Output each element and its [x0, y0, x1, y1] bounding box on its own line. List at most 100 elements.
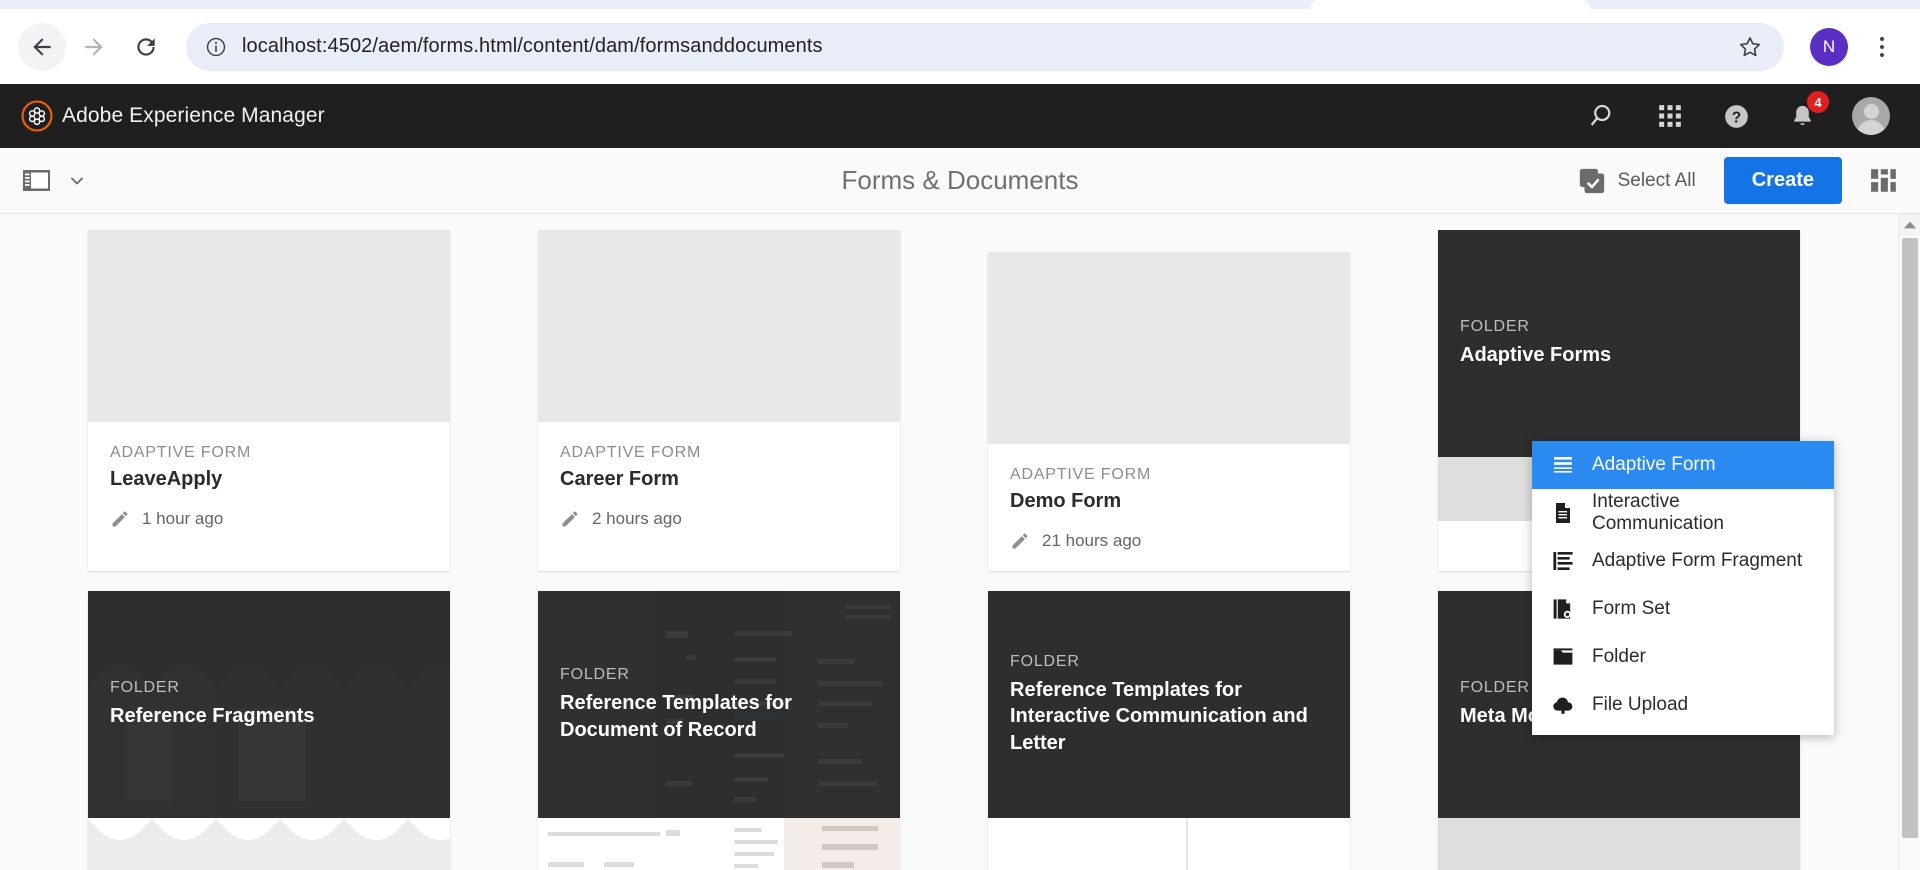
asset-card[interactable]: ADAPTIVE FORM Career Form 2 hours ago: [538, 230, 900, 571]
aem-header: Adobe Experience Manager ? 4: [0, 84, 1920, 148]
arrow-left-icon: [33, 37, 51, 56]
back-button[interactable]: [18, 22, 66, 71]
menu-item-adaptive-form[interactable]: Adaptive Form: [1532, 441, 1834, 489]
bell-icon[interactable]: 4: [1786, 91, 1829, 132]
folder-title: Reference Fragments: [110, 705, 315, 728]
pencil-icon: [112, 511, 128, 527]
scrollbar-thumb[interactable]: [1902, 238, 1918, 838]
asset-card[interactable]: ADAPTIVE FORM Demo Form 21 hours ago: [988, 252, 1350, 571]
adaptive-form-glyph: [1554, 457, 1572, 473]
menu-item-label: Folder: [1592, 646, 1646, 667]
folder-banner: FOLDER Adaptive Forms: [1438, 230, 1800, 457]
folder-title: Reference Templates for Document of Reco…: [560, 692, 792, 741]
kebab-dot: [1880, 44, 1884, 49]
arrow-right-icon: [85, 37, 103, 56]
menu-item-interactive-communication[interactable]: Interactive Communication: [1532, 489, 1834, 537]
asset-modified-text: 1 hour ago: [142, 509, 224, 528]
user-avatar[interactable]: [1852, 97, 1890, 135]
create-dropdown-menu: Adaptive Form Interactive Communication: [1532, 441, 1834, 735]
tabstrip-background-right: [1584, 0, 1920, 9]
asset-meta: ADAPTIVE FORM Career Form 2 hours ago: [538, 422, 900, 549]
content-scrollbar[interactable]: [1898, 214, 1920, 870]
asset-type-label: ADAPTIVE FORM: [560, 444, 702, 461]
asset-modified-text: 21 hours ago: [1042, 531, 1142, 550]
folder-banner: FOLDER Reference Templates for Document …: [538, 591, 900, 818]
menu-item-file-upload[interactable]: File Upload: [1532, 681, 1834, 729]
folder-icon: [1550, 645, 1576, 669]
select-all-button[interactable]: Select All: [1568, 161, 1706, 201]
folder-title: Adaptive Forms: [1460, 344, 1612, 367]
menu-item-label: Interactive Communication: [1592, 491, 1724, 534]
folder-footer-decoration-icon: [88, 818, 450, 870]
folder-type-label: FOLDER: [1010, 652, 1080, 670]
app-grid-icon[interactable]: [1654, 100, 1686, 132]
menu-item-form-set[interactable]: Form Set: [1532, 585, 1834, 633]
forward-button[interactable]: [70, 23, 118, 71]
asset-thumbnail: [538, 230, 900, 422]
search-icon[interactable]: [1588, 100, 1620, 132]
folder-footer: [538, 818, 900, 870]
header-actions: ? 4: [1588, 91, 1898, 135]
folder-card[interactable]: FOLDER Reference Templates for Document …: [538, 591, 900, 870]
scrollbar-up-button[interactable]: [1899, 214, 1920, 236]
notification-badge: 4: [1807, 91, 1829, 113]
folder-title: Reference Templates for Interactive Comm…: [1010, 678, 1308, 754]
asset-type-label: ADAPTIVE FORM: [110, 444, 252, 461]
document-icon: [1550, 501, 1576, 525]
folder-banner: FOLDER Reference Fragments: [88, 591, 450, 818]
kebab-dot: [1880, 52, 1884, 57]
asset-meta: ADAPTIVE FORM Demo Form 21 hours ago: [988, 444, 1350, 571]
browser-profile-avatar[interactable]: N: [1810, 27, 1848, 66]
chevron-up-icon: [1903, 221, 1916, 229]
adobe-experience-manager-logo-icon: [21, 100, 53, 132]
asset-type-label: ADAPTIVE FORM: [1010, 466, 1152, 483]
asset-modified: 21 hours ago: [1010, 531, 1328, 551]
browser-chrome: localhost:4502/aem/forms.html/content/da…: [0, 0, 1920, 84]
pencil-icon: [562, 511, 578, 527]
chrome-menu-button[interactable]: [1862, 25, 1902, 69]
browser-tab-active[interactable]: [1310, 0, 1590, 9]
action-toolbar: Forms & Documents Select All Create: [0, 148, 1920, 214]
rail-toggle-group[interactable]: [22, 168, 88, 194]
menu-item-adaptive-form-fragment[interactable]: Adaptive Form Fragment: [1532, 537, 1834, 585]
site-info-icon[interactable]: [202, 33, 230, 61]
reload-icon: [137, 37, 155, 56]
aem-brand[interactable]: Adobe Experience Manager: [20, 99, 325, 133]
browser-omnibar: localhost:4502/aem/forms.html/content/da…: [0, 9, 1920, 84]
asset-modified: 1 hour ago: [110, 509, 428, 529]
menu-item-folder[interactable]: Folder: [1532, 633, 1834, 681]
info-circle-icon: [206, 37, 226, 56]
folder-banner: FOLDER Reference Templates for Interacti…: [988, 591, 1350, 818]
help-icon[interactable]: ?: [1720, 100, 1752, 132]
address-bar[interactable]: localhost:4502/aem/forms.html/content/da…: [186, 22, 1784, 71]
chevron-down-icon[interactable]: [66, 170, 88, 192]
create-button[interactable]: Create: [1723, 157, 1842, 204]
adaptive-form-icon: [1550, 453, 1576, 477]
select-all-label: Select All: [1617, 169, 1696, 191]
asset-modified: 2 hours ago: [560, 509, 878, 529]
fragment-icon: [1550, 549, 1576, 573]
folder-footer-decoration-icon: [1186, 818, 1188, 870]
folder-card[interactable]: FOLDER Reference Fragments: [88, 591, 450, 870]
select-all-icon: [1579, 168, 1604, 193]
kebab-dot: [1880, 36, 1884, 41]
aem-brand-text: Adobe Experience Manager: [62, 104, 325, 127]
avatar-body: [1857, 120, 1885, 135]
bookmark-button[interactable]: [1730, 27, 1770, 67]
menu-item-label: Form Set: [1592, 598, 1671, 619]
star-icon: [1739, 36, 1761, 56]
cloud-upload-glyph: [1553, 697, 1573, 714]
card-view-icon: [1871, 168, 1896, 192]
layout-switch-button[interactable]: [1864, 161, 1904, 201]
asset-thumbnail: [988, 252, 1350, 444]
folder-footer: [88, 818, 450, 870]
folder-card[interactable]: FOLDER Reference Templates for Interacti…: [988, 591, 1350, 870]
menu-item-label: Adaptive Form Fragment: [1592, 550, 1803, 571]
reload-button[interactable]: [122, 23, 170, 71]
form-set-icon: [1550, 597, 1576, 621]
asset-title: Career Form: [560, 468, 679, 490]
asset-card[interactable]: ADAPTIVE FORM LeaveApply 1 hour ago: [88, 230, 450, 571]
tabstrip-background-left: [0, 0, 1316, 9]
menu-item-label: Adaptive Form: [1592, 454, 1716, 475]
search-glyph: [1591, 104, 1611, 126]
